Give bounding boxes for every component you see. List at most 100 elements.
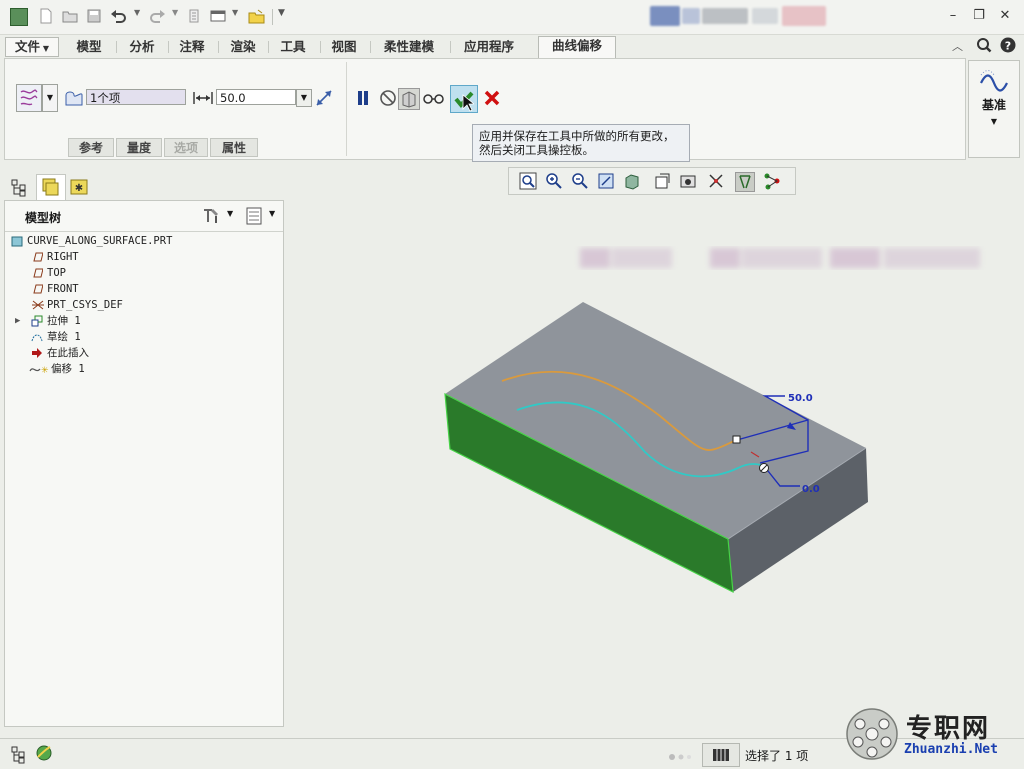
tab-flexible-modeling[interactable]: 柔性建模 [372,38,446,56]
title-bar: ▼ ▼ ▼ ▼ – ❐ ✕ [0,0,1024,35]
model-tree-tab-icon[interactable] [8,176,30,198]
offset-dimension-value[interactable]: 50.0 [788,393,813,404]
offset-distance-input[interactable]: 50.0 [216,89,296,105]
help-icon[interactable]: ? [1000,37,1016,56]
zoom-out-icon[interactable] [571,172,589,190]
close-window-icon[interactable] [248,8,265,24]
svg-text:✳: ✳ [41,366,49,375]
datum-display-icon[interactable] [735,172,755,192]
tab-properties[interactable]: 属性 [210,138,258,157]
undo-icon[interactable] [110,8,126,24]
reference-collector[interactable]: 1个项 [86,89,186,105]
watermark-logo-icon [846,708,898,760]
expand-arrow-icon[interactable]: ▶ [15,315,27,327]
refit-icon[interactable] [519,172,537,190]
ribbon-tabs: 文件 ▼ 模型 分析 注释 渲染 工具 视图 柔性建模 应用程序 曲线偏移 ︿ … [0,36,1024,59]
tab-options[interactable]: 选项 [164,138,208,157]
start-dimension-value[interactable]: 0.0 [802,484,820,495]
tab-annotate[interactable]: 注释 [170,38,214,56]
tree-item-label: PRT_CSYS_DEF [47,299,123,311]
perspective-view-icon[interactable] [707,172,725,190]
ok-tooltip: 应用并保存在工具中所做的所有更改， 然后关闭工具操控板。 [472,124,690,162]
tree-item-label: CURVE_ALONG_SURFACE.PRT [27,235,173,247]
navigator-tabs: ✱ [4,172,96,201]
repaint-icon[interactable] [597,172,615,190]
tab-tools[interactable]: 工具 [270,38,316,56]
offset-distance-dropdown-icon[interactable]: ▼ [296,89,312,107]
tree-settings-dropdown-icon[interactable]: ▼ [227,209,233,218]
zoom-in-icon[interactable] [545,172,563,190]
graphics-viewport[interactable]: 50.0 0.0 [290,196,1020,736]
tooltip-line-1: 应用并保存在工具中所做的所有更改， [479,129,675,143]
saved-orientations-icon[interactable] [653,172,671,190]
tooltip-line-2: 然后关闭工具操控板。 [479,143,594,157]
windows-dropdown-icon[interactable]: ▼ [232,8,248,24]
tree-toggle-icon[interactable] [8,744,28,767]
watermark-cn: 专职网 [906,714,991,744]
tab-analysis[interactable]: 分析 [118,38,166,56]
app-icon [10,8,28,26]
tree-show-icon[interactable] [245,206,263,229]
offset-type-selector[interactable] [16,84,42,112]
tree-item-label: 拉伸 1 [47,315,81,327]
mouse-cursor-icon [462,94,476,115]
save-icon[interactable] [86,8,102,24]
browser-toggle-icon[interactable] [34,743,54,766]
attached-preview-icon[interactable] [398,88,420,110]
watermark-url: Zhuanzhi.Net [904,742,998,757]
customize-toolbar-icon[interactable]: ▼ [278,8,294,24]
search-icon[interactable] [976,36,992,57]
no-preview-icon[interactable] [378,88,398,111]
open-folder-icon[interactable] [62,8,78,24]
offset-type-dropdown-icon[interactable]: ▼ [42,84,58,112]
folder-browser-tab-icon[interactable] [36,174,66,201]
filter-toggle-icon[interactable] [702,743,740,767]
tab-references[interactable]: 参考 [68,138,114,157]
close-button[interactable]: ✕ [996,8,1014,24]
csys-icon [31,299,44,311]
insert-arrow-icon [31,347,43,359]
minimize-button[interactable]: – [944,8,962,24]
collapse-ribbon-icon[interactable]: ︿ [952,38,963,54]
tab-file-label: 文件 [15,39,41,54]
tree-show-dropdown-icon[interactable]: ▼ [269,209,275,218]
favorites-tab-icon[interactable]: ✱ [68,176,90,198]
tab-curve-offset[interactable]: 曲线偏移 [538,36,616,59]
datum-dropdown-icon[interactable]: ▼ [969,117,1019,126]
graphics-toolbar [508,167,796,195]
tab-file[interactable]: 文件 ▼ [5,37,59,57]
datum-plane-icon [31,251,44,263]
tab-render[interactable]: 渲染 [220,38,266,56]
verify-glasses-icon[interactable] [422,90,446,109]
new-file-icon[interactable] [38,8,54,24]
tree-item-label: FRONT [47,283,79,295]
pause-icon[interactable] [355,89,371,110]
windows-icon[interactable] [210,8,226,24]
surface-reference-icon [64,89,84,110]
view-manager-icon[interactable] [679,172,697,190]
watermark: 专职网 Zhuanzhi.Net [844,706,1020,766]
offset-icon: ✳ [29,363,49,376]
datum-plane-icon [31,283,44,295]
tab-model[interactable]: 模型 [64,38,114,56]
restore-button[interactable]: ❐ [970,8,988,24]
annotation-display-icon[interactable] [763,172,781,190]
status-indicator-icon [668,750,694,764]
datum-group[interactable]: 基准 ▼ [968,60,1020,158]
tree-settings-icon[interactable] [201,206,223,229]
svg-text:✱: ✱ [75,183,83,194]
flip-direction-icon[interactable] [314,88,334,111]
sketch-icon [31,331,43,343]
cancel-button[interactable] [482,88,502,111]
display-style-icon[interactable] [623,172,641,190]
tab-measures[interactable]: 量度 [116,138,162,157]
model-tree-title: 模型树 [25,211,62,225]
regenerate-icon[interactable] [186,8,202,24]
datum-label: 基准 [981,98,1006,112]
distance-icon [192,90,214,109]
tab-applications[interactable]: 应用程序 [452,38,526,56]
tree-item-label: RIGHT [47,251,79,263]
tree-item-label: 在此插入 [47,347,89,359]
redo-icon[interactable] [148,8,165,24]
tab-view[interactable]: 视图 [322,38,366,56]
